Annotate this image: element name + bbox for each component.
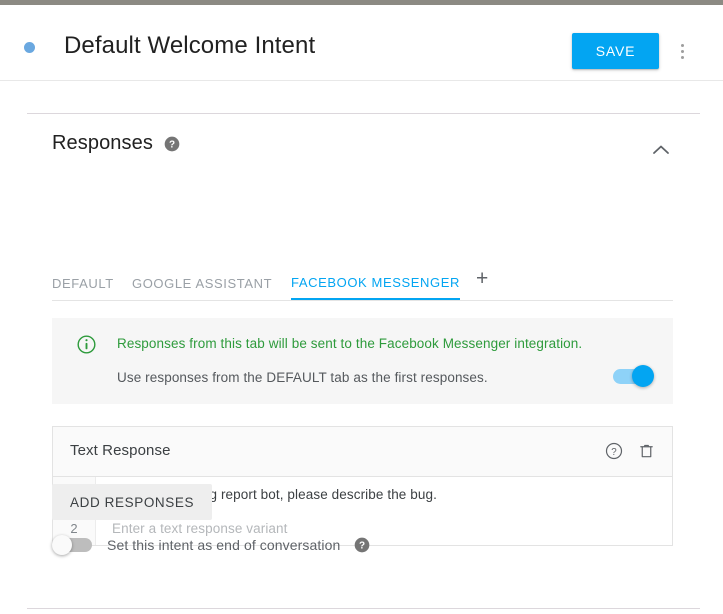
end-of-conversation-label: Set this intent as end of conversation xyxy=(107,537,340,553)
tab-default[interactable]: DEFAULT xyxy=(52,267,114,300)
use-default-responses-toggle[interactable] xyxy=(610,365,655,387)
text-response-card-header: Text Response ? xyxy=(53,427,672,477)
toggle-thumb xyxy=(52,535,72,555)
more-options-icon[interactable] xyxy=(667,35,697,67)
save-button[interactable]: SAVE xyxy=(572,33,659,69)
end-of-conversation-row: Set this intent as end of conversation ? xyxy=(52,535,370,555)
chevron-up-icon[interactable] xyxy=(649,138,673,162)
end-of-conversation-toggle[interactable] xyxy=(52,535,93,555)
intent-header: Default Welcome Intent SAVE xyxy=(0,5,723,81)
tab-google-assistant[interactable]: GOOGLE ASSISTANT xyxy=(132,267,272,300)
banner-message: Responses from this tab will be sent to … xyxy=(117,334,582,354)
info-icon xyxy=(77,335,96,354)
toggle-thumb xyxy=(632,365,654,387)
responses-heading: Responses ? xyxy=(52,132,180,155)
section-top-divider xyxy=(27,113,700,114)
page-title: Default Welcome Intent xyxy=(64,29,315,63)
card-title: Text Response xyxy=(70,442,171,459)
responses-section: Responses ? DEFAULT GOOGLE ASSISTANT FAC… xyxy=(0,82,723,614)
response-tabs: DEFAULT GOOGLE ASSISTANT FACEBOOK MESSEN… xyxy=(52,267,673,301)
svg-text:?: ? xyxy=(611,447,617,458)
use-default-responses-label: Use responses from the DEFAULT tab as th… xyxy=(117,368,488,388)
add-responses-button[interactable]: ADD RESPONSES xyxy=(52,484,212,520)
tab-facebook-messenger[interactable]: FACEBOOK MESSENGER xyxy=(291,267,460,300)
intent-status-dot xyxy=(24,42,35,53)
help-icon[interactable]: ? xyxy=(164,136,180,152)
integration-info-banner: Responses from this tab will be sent to … xyxy=(52,318,673,404)
add-tab-button[interactable]: + xyxy=(476,265,488,293)
help-icon[interactable]: ? xyxy=(605,442,623,460)
trash-icon[interactable] xyxy=(638,442,655,460)
section-bottom-divider xyxy=(27,608,700,609)
svg-text:?: ? xyxy=(169,139,175,150)
help-icon[interactable]: ? xyxy=(354,537,370,553)
svg-text:?: ? xyxy=(359,541,365,552)
section-title: Responses xyxy=(52,132,153,155)
